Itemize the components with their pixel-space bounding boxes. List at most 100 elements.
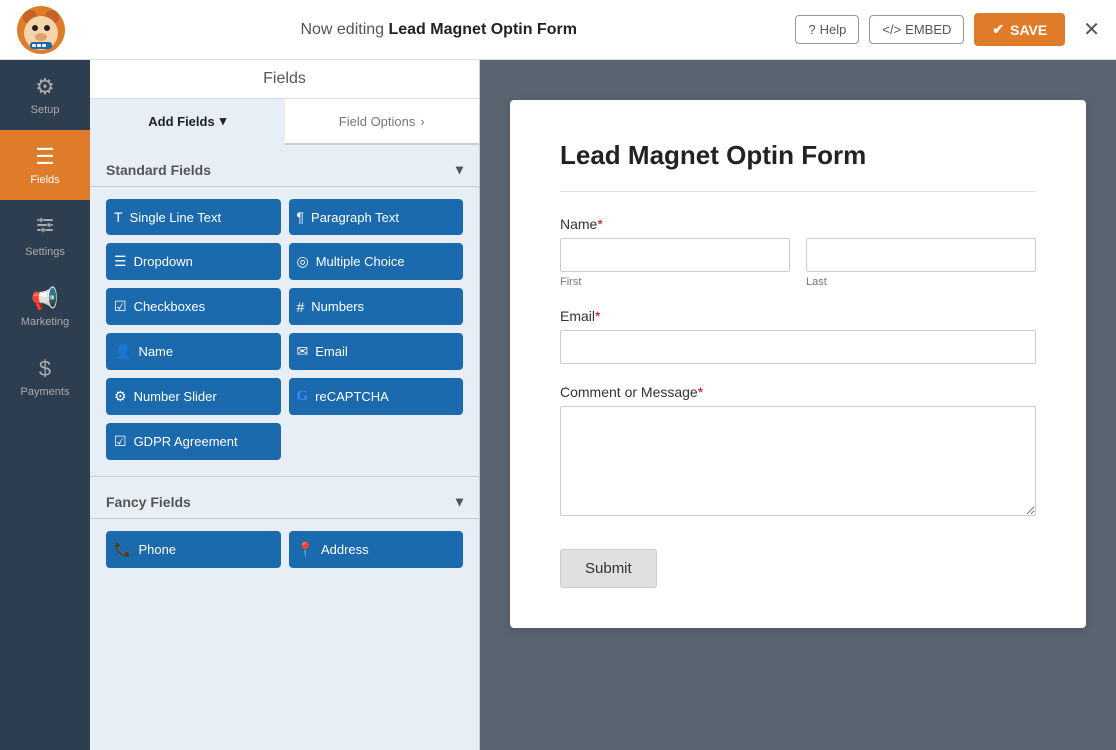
gdpr-icon: ☑ xyxy=(114,433,127,450)
field-btn-checkboxes-label: Checkboxes xyxy=(134,299,206,314)
email-required-indicator: * xyxy=(595,308,600,324)
last-name-input[interactable] xyxy=(806,238,1036,272)
sidebar-item-settings[interactable]: Settings xyxy=(0,200,90,272)
sidebar-label-settings: Settings xyxy=(25,246,65,258)
tab-field-options[interactable]: Field Options › xyxy=(285,99,480,143)
field-btn-recaptcha-label: reCAPTCHA xyxy=(315,389,389,404)
embed-button[interactable]: </> EMBED xyxy=(869,15,964,44)
sidebar-label-payments: Payments xyxy=(21,386,70,398)
field-btn-gdpr-label: GDPR Agreement xyxy=(134,434,238,449)
sidebar-label-setup: Setup xyxy=(31,104,60,116)
field-btn-dropdown[interactable]: ☰ Dropdown xyxy=(106,243,281,280)
fields-panel: Fields Add Fields ▾ Field Options › Stan… xyxy=(90,60,480,750)
field-btn-single-line-text[interactable]: T Single Line Text xyxy=(106,199,281,235)
field-btn-paragraph-text[interactable]: ¶ Paragraph Text xyxy=(289,199,464,235)
checkmark-icon: ✔ xyxy=(992,21,1004,38)
field-btn-number-slider-label: Number Slider xyxy=(134,389,217,404)
numbers-icon: # xyxy=(297,299,305,315)
first-name-col: First xyxy=(560,238,790,288)
form-group-message: Comment or Message* xyxy=(560,384,1036,519)
chevron-down-icon: ▾ xyxy=(220,113,227,129)
checkboxes-icon: ☑ xyxy=(114,298,127,315)
help-button[interactable]: ? Help xyxy=(795,15,859,44)
payments-icon: $ xyxy=(39,356,51,382)
sidebar-item-marketing[interactable]: 📢 Marketing xyxy=(0,272,90,342)
form-preview-title: Lead Magnet Optin Form xyxy=(560,140,1036,171)
slider-icon: ⚙ xyxy=(114,388,127,405)
multiple-choice-icon: ◎ xyxy=(297,253,309,270)
save-button[interactable]: ✔ SAVE xyxy=(974,13,1065,46)
first-sublabel: First xyxy=(560,276,790,288)
tab-add-fields[interactable]: Add Fields ▾ xyxy=(90,99,285,145)
email-icon: ✉ xyxy=(297,343,309,360)
field-btn-email[interactable]: ✉ Email xyxy=(289,333,464,370)
email-input[interactable] xyxy=(560,330,1036,364)
sidebar: ⚙ Setup ☰ Fields Settings 📢 Marketi xyxy=(0,60,90,750)
submit-button[interactable]: Submit xyxy=(560,549,657,588)
field-btn-checkboxes[interactable]: ☑ Checkboxes xyxy=(106,288,281,325)
message-required-indicator: * xyxy=(698,384,703,400)
paragraph-icon: ¶ xyxy=(297,209,305,225)
last-sublabel: Last xyxy=(806,276,1036,288)
fancy-collapse-icon: ▾ xyxy=(456,493,463,510)
form-group-email: Email* xyxy=(560,308,1036,364)
chevron-right-icon: › xyxy=(420,114,424,129)
phone-icon: 📞 xyxy=(114,541,131,558)
embed-icon: </> xyxy=(882,22,901,37)
fancy-fields-section: Fancy Fields ▾ 📞 Phone 📍 Address xyxy=(90,476,479,580)
page-title: Now editing Lead Magnet Optin Form xyxy=(82,21,795,39)
field-btn-multiple-choice-label: Multiple Choice xyxy=(316,254,405,269)
address-icon: 📍 xyxy=(297,541,314,558)
name-icon: 👤 xyxy=(114,343,131,360)
gear-icon: ⚙ xyxy=(35,74,55,100)
first-name-input[interactable] xyxy=(560,238,790,272)
last-name-col: Last xyxy=(806,238,1036,288)
standard-fields-header[interactable]: Standard Fields ▾ xyxy=(90,145,479,187)
fields-icon: ☰ xyxy=(35,144,55,170)
field-btn-number-slider[interactable]: ⚙ Number Slider xyxy=(106,378,281,415)
message-textarea[interactable] xyxy=(560,406,1036,516)
collapse-icon: ▾ xyxy=(456,161,463,178)
sidebar-label-fields: Fields xyxy=(30,174,59,186)
name-row: First Last xyxy=(560,238,1036,288)
settings-icon xyxy=(34,214,56,242)
standard-fields-label: Standard Fields xyxy=(106,162,211,178)
field-btn-address-label: Address xyxy=(321,542,369,557)
sidebar-item-fields[interactable]: ☰ Fields xyxy=(0,130,90,200)
field-btn-numbers-label: Numbers xyxy=(311,299,364,314)
topbar: Now editing Lead Magnet Optin Form ? Hel… xyxy=(0,0,1116,60)
fancy-field-buttons: 📞 Phone 📍 Address xyxy=(90,519,479,580)
field-btn-recaptcha[interactable]: G reCAPTCHA xyxy=(289,378,464,415)
fancy-fields-header[interactable]: Fancy Fields ▾ xyxy=(90,477,479,519)
field-btn-phone[interactable]: 📞 Phone xyxy=(106,531,281,568)
field-btn-numbers[interactable]: # Numbers xyxy=(289,288,464,325)
field-btn-address[interactable]: 📍 Address xyxy=(289,531,464,568)
form-card: Lead Magnet Optin Form Name* First Last xyxy=(510,100,1086,628)
field-btn-paragraph-text-label: Paragraph Text xyxy=(311,210,399,225)
field-btn-dropdown-label: Dropdown xyxy=(134,254,193,269)
field-btn-email-label: Email xyxy=(315,344,348,359)
form-preview: Lead Magnet Optin Form Name* First Last xyxy=(480,60,1116,750)
close-button[interactable]: ✕ xyxy=(1083,17,1100,42)
field-btn-multiple-choice[interactable]: ◎ Multiple Choice xyxy=(289,243,464,280)
form-group-name: Name* First Last xyxy=(560,216,1036,288)
fields-tabs: Add Fields ▾ Field Options › xyxy=(90,99,479,145)
text-icon: T xyxy=(114,209,123,225)
sidebar-label-marketing: Marketing xyxy=(21,316,69,328)
sidebar-item-payments[interactable]: $ Payments xyxy=(0,342,90,412)
name-label: Name* xyxy=(560,216,1036,232)
dropdown-icon: ☰ xyxy=(114,253,127,270)
field-btn-name[interactable]: 👤 Name xyxy=(106,333,281,370)
form-divider xyxy=(560,191,1036,192)
tab-field-options-label: Field Options xyxy=(339,114,416,129)
main-layout: ⚙ Setup ☰ Fields Settings 📢 Marketi xyxy=(0,60,1116,750)
field-btn-gdpr[interactable]: ☑ GDPR Agreement xyxy=(106,423,281,460)
standard-field-buttons: T Single Line Text ¶ Paragraph Text ☰ Dr… xyxy=(90,187,479,472)
topbar-actions: ? Help </> EMBED ✔ SAVE ✕ xyxy=(795,13,1100,46)
tab-add-fields-label: Add Fields xyxy=(148,114,214,129)
sidebar-item-setup[interactable]: ⚙ Setup xyxy=(0,60,90,130)
field-btn-phone-label: Phone xyxy=(138,542,176,557)
help-icon: ? xyxy=(808,22,815,37)
message-label: Comment or Message* xyxy=(560,384,1036,400)
field-btn-name-label: Name xyxy=(138,344,173,359)
